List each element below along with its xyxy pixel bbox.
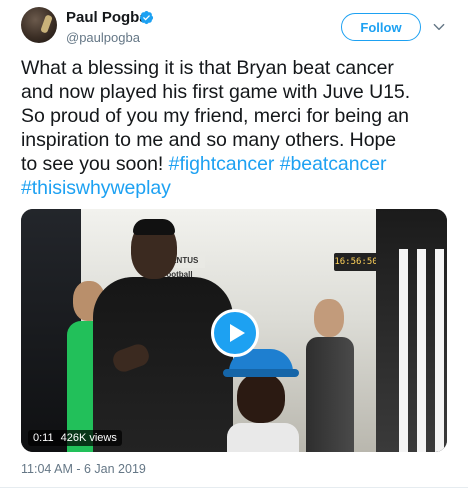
follow-button[interactable]: Follow	[341, 13, 421, 41]
tweet-line: to see you soon! #fightcancer #beatcance…	[21, 152, 461, 176]
chevron-down-icon[interactable]	[432, 20, 446, 34]
hashtag-link[interactable]: #fightcancer	[169, 153, 275, 175]
avatar[interactable]	[21, 7, 57, 43]
video-views: 426K views	[60, 432, 117, 444]
tweet-line: What a blessing it is that Bryan beat ca…	[21, 56, 461, 80]
video-duration: 0:11	[33, 432, 54, 444]
video-player[interactable]: JUVENTUS Football 16:56:50 0:11 426K vie…	[21, 209, 447, 452]
tweet-card: Paul Pogba @paulpogba Follow What a bles…	[0, 0, 468, 488]
play-icon[interactable]	[211, 309, 259, 357]
tweet-text-segment: So proud of you my friend, merci for bei…	[21, 105, 409, 127]
tweet-text-segment: inspiration to me and so many others. Ho…	[21, 129, 397, 151]
tweet-text-segment: What a blessing it is that Bryan beat ca…	[21, 57, 394, 79]
tweet-text-segment: and now played his first game with Juve …	[21, 81, 411, 103]
tweet-line: and now played his first game with Juve …	[21, 80, 461, 104]
avatar-trophy	[40, 14, 53, 34]
verified-badge-icon	[139, 10, 154, 25]
hashtag-link[interactable]: #beatcancer	[280, 153, 387, 175]
tweet-line: #thisiswhyweplay	[21, 176, 461, 200]
clock-display: 16:56:50	[334, 253, 378, 271]
tweet-line: inspiration to me and so many others. Ho…	[21, 128, 461, 152]
author-name[interactable]: Paul Pogba	[66, 9, 148, 26]
author-handle[interactable]: @paulpogba	[66, 30, 140, 45]
tweet-text-segment: to see you soon!	[21, 153, 169, 175]
video-meta-badge: 0:11 426K views	[28, 430, 122, 446]
hashtag-link[interactable]: #thisiswhyweplay	[21, 177, 171, 199]
tweet-line: So proud of you my friend, merci for bei…	[21, 104, 461, 128]
tweet-text: What a blessing it is that Bryan beat ca…	[21, 56, 461, 200]
tweet-timestamp[interactable]: 11:04 AM - 6 Jan 2019	[21, 462, 146, 476]
